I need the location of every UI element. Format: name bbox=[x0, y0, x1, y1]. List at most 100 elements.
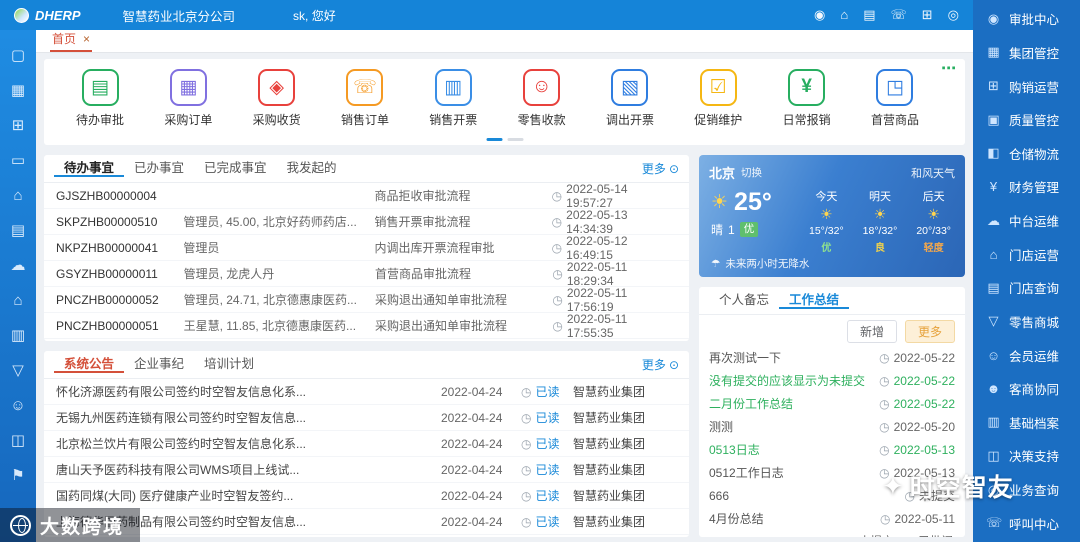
memo-row[interactable]: 没有提交的应该显示为未提交 ◷2022-05-22 bbox=[699, 369, 965, 392]
close-icon[interactable]: × bbox=[83, 32, 90, 46]
sidebar-item-15[interactable]: ☏ 呼叫中心 bbox=[973, 506, 1080, 540]
quick-app-6[interactable]: ▧ 调出开票 bbox=[590, 69, 670, 128]
print-icon[interactable]: ▤ bbox=[863, 7, 875, 23]
todo-id: GJSZHB00000004 bbox=[56, 189, 183, 203]
notice-status-link[interactable]: ◷已读 bbox=[521, 435, 573, 452]
sidebar-item-7[interactable]: ⌂ 门店运营 bbox=[973, 237, 1080, 271]
sidebar-item-2[interactable]: ⊞ 购销运营 bbox=[973, 69, 1080, 103]
notice-row[interactable]: 怀化济源医药有限公司签约时空智友信息化系... 2022-04-24 ◷已读 智… bbox=[44, 379, 689, 405]
doc-icon[interactable]: ▥ bbox=[11, 318, 25, 353]
apps-icon[interactable]: ⊞ bbox=[12, 108, 25, 143]
building-icon[interactable]: ▦ bbox=[11, 73, 25, 108]
notice-status-link[interactable]: ◷已读 bbox=[521, 461, 573, 478]
quick-app-2[interactable]: ◈ 采购收货 bbox=[237, 69, 317, 128]
quick-app-1[interactable]: ▦ 采购订单 bbox=[148, 69, 228, 128]
more-apps-button[interactable]: ⋯ bbox=[941, 59, 957, 77]
cloud-icon[interactable]: ☁ bbox=[11, 248, 26, 283]
todo-desc: 管理员 bbox=[183, 239, 374, 256]
quick-app-3[interactable]: ☏ 销售订单 bbox=[325, 69, 405, 128]
todo-more-link[interactable]: 更多 ⊙ bbox=[642, 160, 679, 177]
phone-icon: ☏ bbox=[346, 69, 383, 106]
memo-more-button[interactable]: 更多 bbox=[905, 320, 955, 343]
user-icon[interactable]: ☺ bbox=[10, 388, 25, 423]
notice-title: 北京松兰饮片有限公司签约时空智友信息化系... bbox=[56, 435, 441, 452]
phone-icon[interactable]: ☏ bbox=[890, 7, 906, 23]
notice-row[interactable]: 国药同煤(大同) 医疗健康产业时空智友签约... 2022-04-24 ◷已读 … bbox=[44, 483, 689, 509]
panel-tab-1[interactable]: 企业事纪 bbox=[124, 357, 194, 373]
monitor-icon[interactable]: ▢ bbox=[11, 38, 25, 73]
notice-row[interactable]: 上海德华国药制品有限公司签约时空智友信息... 2022-04-24 ◷已读 智… bbox=[44, 509, 689, 535]
forecast-day: 明天 ☀ 18°/32° 良 bbox=[863, 188, 898, 254]
quick-app-9[interactable]: ◳ 首营商品 bbox=[855, 69, 935, 128]
sidebar-item-1[interactable]: ▦ 集团管控 bbox=[973, 36, 1080, 70]
add-memo-button[interactable]: 新增 bbox=[847, 320, 897, 343]
user-greeting[interactable]: sk, 您好 bbox=[293, 7, 336, 24]
app-logo[interactable]: DHERP bbox=[14, 8, 81, 23]
sidebar-item-9[interactable]: ▽ 零售商城 bbox=[973, 305, 1080, 339]
todo-row[interactable]: PNCZHB00000052 管理员, 24.71, 北京德惠康医药... 采购… bbox=[44, 287, 689, 313]
bell-icon[interactable]: ◉ bbox=[814, 7, 825, 23]
todo-row[interactable]: SKPZHB00000510 管理员, 45.00, 北京好药师药店... 销售… bbox=[44, 209, 689, 235]
notice-status-link[interactable]: ◷已读 bbox=[521, 513, 573, 530]
panel-tab-3[interactable]: 我发起的 bbox=[277, 161, 347, 177]
sidebar-item-0[interactable]: ◉ 审批中心 bbox=[973, 2, 1080, 36]
panel-tab-2[interactable]: 培训计划 bbox=[194, 357, 264, 373]
sidebar-item-12[interactable]: ▥ 基础档案 bbox=[973, 406, 1080, 440]
quick-app-7[interactable]: ☑ 促销维护 bbox=[678, 69, 758, 128]
home-icon[interactable]: ⌂ bbox=[840, 7, 848, 23]
list-icon[interactable]: ▤ bbox=[11, 213, 25, 248]
memo-row[interactable]: 再次测试一下 ◷2022-05-22 bbox=[699, 346, 965, 369]
todo-row[interactable]: GJSZHB00000004 商品拒收审批流程 ◷2022-05-14 19:5… bbox=[44, 183, 689, 209]
power-icon[interactable]: ◎ bbox=[948, 7, 959, 23]
sidebar-item-5[interactable]: ¥ 财务管理 bbox=[973, 170, 1080, 204]
pager-dot[interactable] bbox=[507, 138, 523, 141]
quick-app-8[interactable]: ¥ 日常报销 bbox=[767, 69, 847, 128]
forecast-day-name: 今天 bbox=[815, 188, 837, 204]
pager-dot-active[interactable] bbox=[486, 138, 502, 141]
panel-tab-0[interactable]: 系统公告 bbox=[54, 357, 124, 373]
memo-row[interactable]: 测测 ◷2022-05-20 bbox=[699, 415, 965, 438]
memo-row[interactable]: 0513日志 ◷2022-05-13 bbox=[699, 438, 965, 461]
tab-home[interactable]: 首页 × bbox=[50, 28, 92, 52]
weather-switch-link[interactable]: 切换 bbox=[741, 165, 762, 180]
quick-app-4[interactable]: ▥ 销售开票 bbox=[413, 69, 493, 128]
sidebar-item-11[interactable]: ☻ 客商协同 bbox=[973, 372, 1080, 406]
quick-app-5[interactable]: ☺ 零售收款 bbox=[502, 69, 582, 128]
sidebar-item-10[interactable]: ☺ 会员运维 bbox=[973, 338, 1080, 372]
flag-icon[interactable]: ⚑ bbox=[11, 458, 24, 493]
card-icon[interactable]: ▭ bbox=[11, 143, 25, 178]
quick-app-0[interactable]: ▤ 待办审批 bbox=[60, 69, 140, 128]
notice-row[interactable]: 无锡九州医药连锁有限公司签约时空智友信息... 2022-04-24 ◷已读 智… bbox=[44, 405, 689, 431]
sidebar-item-4[interactable]: ◧ 仓储物流 bbox=[973, 137, 1080, 171]
memo-row[interactable]: 4月份总结 ◷2022-05-11 bbox=[699, 507, 965, 530]
sidebar-item-6[interactable]: ☁ 中台运维 bbox=[973, 204, 1080, 238]
notice-status-link[interactable]: ◷已读 bbox=[521, 409, 573, 426]
quick-app-label: 首营商品 bbox=[871, 111, 919, 128]
panel-tab-2[interactable]: 已完成事宜 bbox=[194, 161, 277, 177]
todo-row[interactable]: PNCZHB00000051 王星慧, 11.85, 北京德惠康医药... 采购… bbox=[44, 313, 689, 339]
sidebar-item-8[interactable]: ▤ 门店查询 bbox=[973, 271, 1080, 305]
notice-status-link[interactable]: ◷已读 bbox=[521, 383, 573, 400]
sidebar-item-label: 基础档案 bbox=[1009, 413, 1059, 432]
store-icon[interactable]: ⌂ bbox=[13, 283, 22, 318]
notice-status-link[interactable]: ◷已读 bbox=[521, 487, 573, 504]
sidebar-item-3[interactable]: ▣ 质量管控 bbox=[973, 103, 1080, 137]
chart-icon[interactable]: ◫ bbox=[11, 423, 25, 458]
notice-row[interactable]: 北京松兰饮片有限公司签约时空智友信息化系... 2022-04-24 ◷已读 智… bbox=[44, 431, 689, 457]
memo-text: 666 bbox=[709, 489, 905, 503]
notice-more-link[interactable]: 更多 ⊙ bbox=[642, 356, 679, 373]
home-icon[interactable]: ⌂ bbox=[13, 178, 22, 213]
memo-row[interactable]: 二月份工作总结 ◷2022-05-22 bbox=[699, 392, 965, 415]
panel-tab-1[interactable]: 已办事宜 bbox=[124, 161, 194, 177]
cart-icon[interactable]: ▽ bbox=[12, 353, 24, 388]
panel-tab-0[interactable]: 个人备忘 bbox=[709, 293, 779, 309]
sidebar-item-label: 审批中心 bbox=[1009, 9, 1059, 28]
panel-tab-1[interactable]: 工作总结 bbox=[779, 293, 849, 309]
company-name[interactable]: 智慧药业北京分公司 bbox=[123, 6, 236, 25]
apps-grid-icon[interactable]: ⊞ bbox=[922, 7, 933, 23]
todo-row[interactable]: GSYZHB00000011 管理员, 龙虎人丹 首营商品审批流程 ◷2022-… bbox=[44, 261, 689, 287]
clock-icon: ◷ bbox=[552, 319, 562, 333]
notice-row[interactable]: 唐山天予医药科技有限公司WMS项目上线试... 2022-04-24 ◷已读 智… bbox=[44, 457, 689, 483]
panel-tab-0[interactable]: 待办事宜 bbox=[54, 161, 124, 177]
todo-row[interactable]: NKPZHB00000041 管理员 内调出库开票流程审批 ◷2022-05-1… bbox=[44, 235, 689, 261]
